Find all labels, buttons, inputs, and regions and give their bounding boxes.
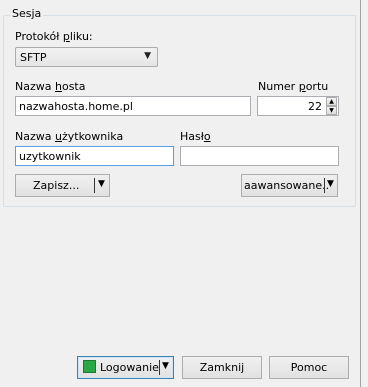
help-button[interactable]: Pomoc: [269, 356, 349, 379]
close-button[interactable]: Zamknij: [182, 356, 262, 379]
username-input[interactable]: uzytkownik: [15, 146, 174, 166]
host-input[interactable]: nazwahosta.home.pl: [15, 96, 251, 116]
host-label: Nazwa hosta: [15, 80, 86, 93]
chevron-down-icon[interactable]: ▼: [98, 179, 105, 189]
chevron-down-icon[interactable]: ▼: [327, 179, 334, 189]
save-button[interactable]: Zapisz... ▼: [15, 174, 110, 197]
login-button[interactable]: Logowanie ▼: [77, 356, 174, 379]
port-label: Numer portu: [258, 80, 329, 93]
spin-down-icon[interactable]: ▼: [326, 106, 337, 115]
username-label: Nazwa użytkownika: [15, 130, 124, 143]
chevron-down-icon: ▼: [144, 51, 151, 61]
session-legend: Sesja: [10, 7, 44, 20]
protocol-label: Protokół pliku:: [15, 30, 93, 43]
dialog-right-edge: [360, 0, 361, 387]
advanced-button[interactable]: aawansowane.. ▼: [241, 174, 338, 197]
protocol-select[interactable]: SFTP ▼: [15, 47, 158, 67]
protocol-value: SFTP: [20, 51, 47, 64]
login-icon: [83, 360, 96, 373]
password-label: Hasło: [180, 130, 211, 143]
chevron-down-icon[interactable]: ▼: [162, 361, 169, 371]
spin-up-icon[interactable]: ▲: [326, 97, 337, 106]
password-input[interactable]: [180, 146, 339, 166]
